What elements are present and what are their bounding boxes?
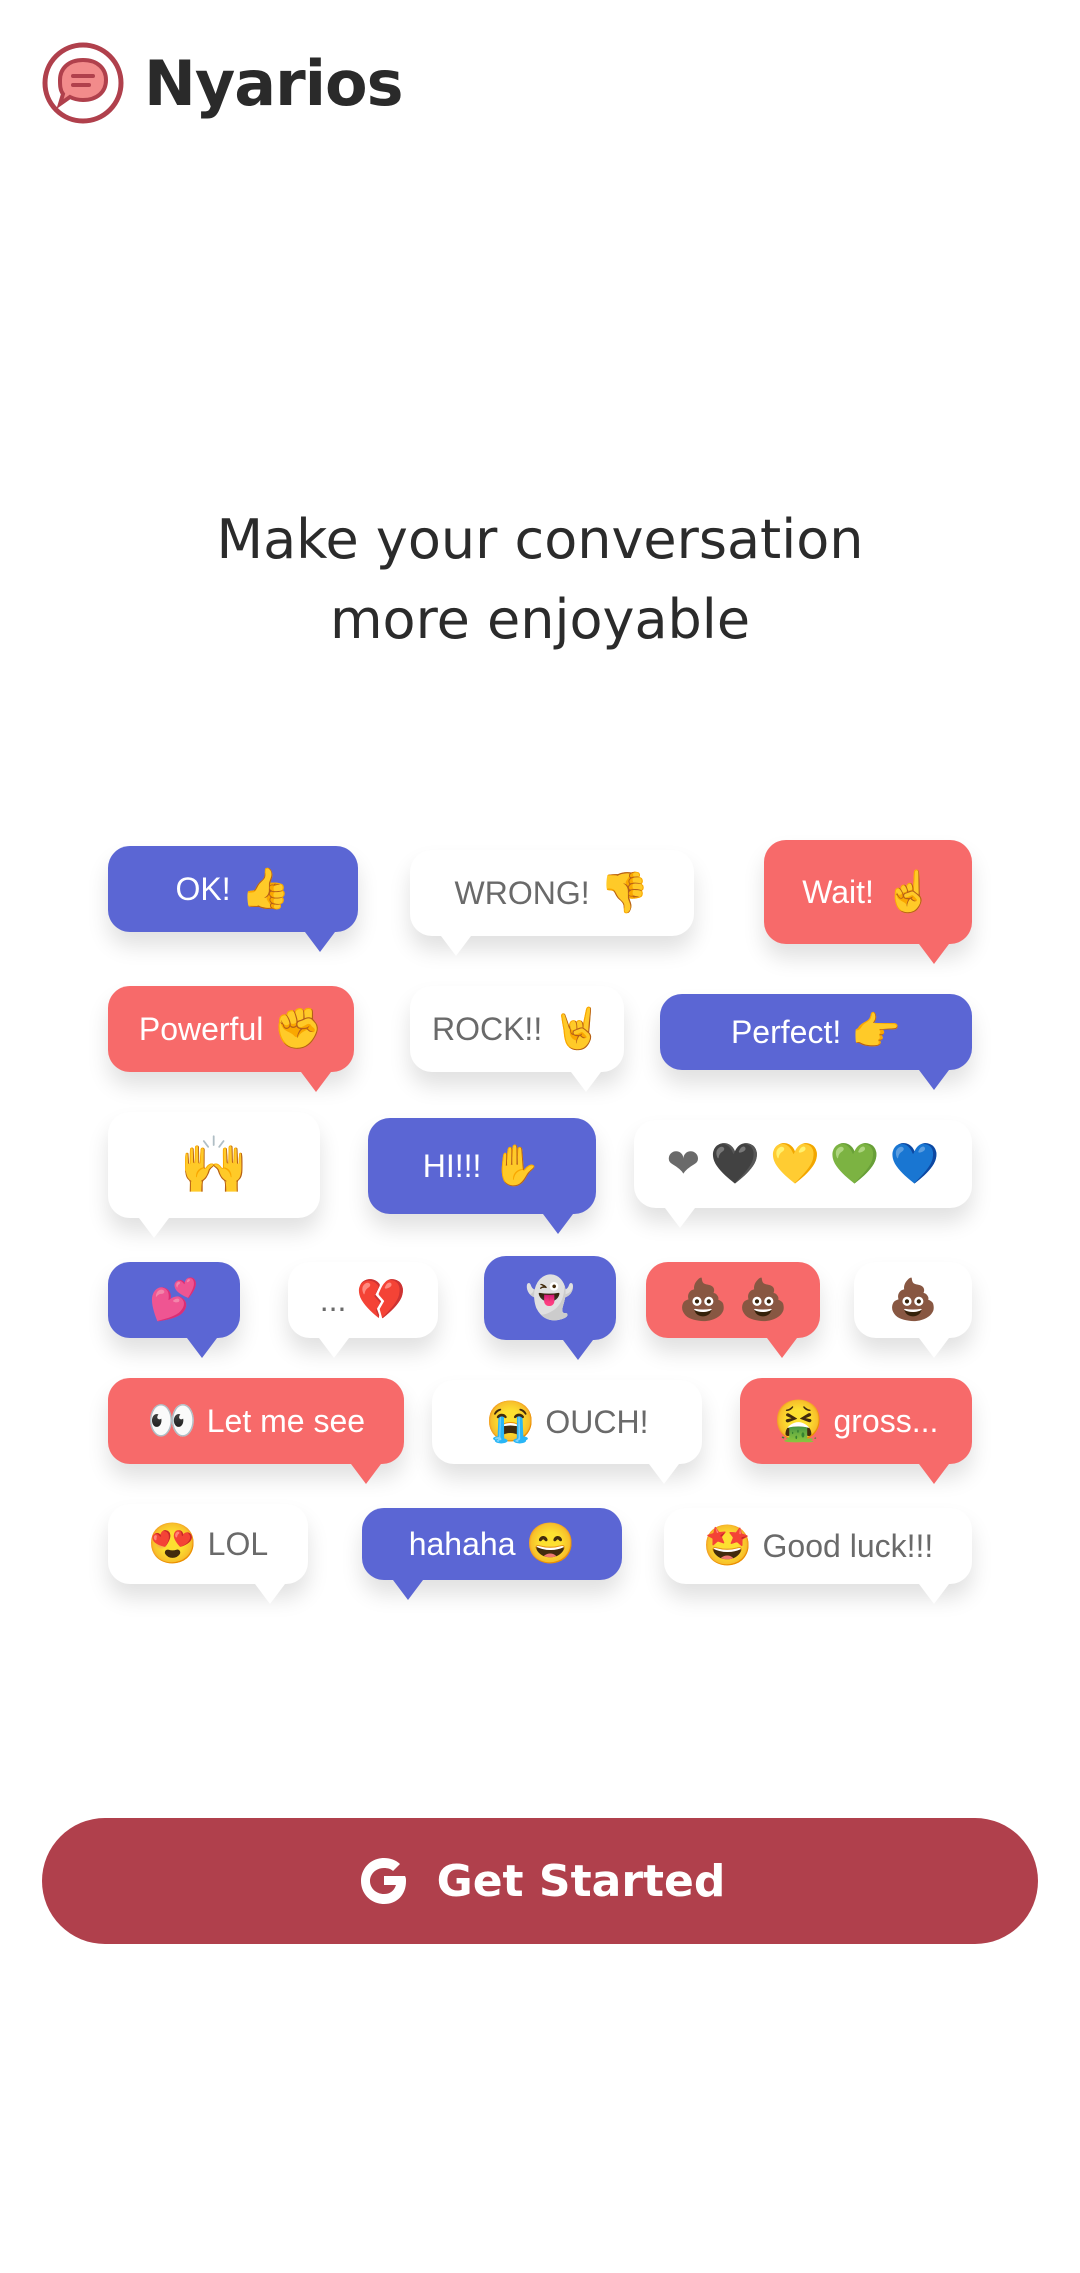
sticker-hearts: ❤ 🖤 💛 💚 💙 bbox=[634, 1120, 972, 1228]
star-struck-icon: 🤩 bbox=[702, 1524, 753, 1568]
google-g-icon bbox=[360, 1858, 406, 1904]
sticker-good-luck: 🤩 Good luck!!! bbox=[664, 1508, 972, 1604]
sticker-illustration: OK! 👍 WRONG! 👎 Wait! ☝ Powerful ✊ ROCK!!… bbox=[0, 0, 1080, 1700]
sticker-gross-label: gross... bbox=[833, 1402, 939, 1439]
crying-face-icon: 😭 bbox=[485, 1400, 536, 1444]
point-right-icon: 👉 bbox=[851, 1010, 902, 1054]
sticker-ouch: 😭 OUCH! bbox=[432, 1380, 702, 1484]
sticker-rock: ROCK!! 🤘 bbox=[410, 986, 624, 1092]
eyes-icon: 👀 bbox=[146, 1399, 197, 1443]
poop-icon: 💩 bbox=[738, 1278, 788, 1322]
ghost-icon: 👻 bbox=[525, 1276, 575, 1320]
sticker-ok-label: OK! bbox=[175, 870, 231, 907]
poop-icon: 💩 bbox=[678, 1278, 728, 1322]
thumbs-up-icon: 👍 bbox=[240, 867, 291, 911]
poop-icon: 💩 bbox=[888, 1278, 938, 1322]
two-hearts-icon: 💕 bbox=[149, 1278, 199, 1322]
sticker-rock-label: ROCK!! bbox=[431, 1010, 543, 1047]
sticker-ghost: 👻 bbox=[484, 1256, 616, 1360]
grinning-face-icon: 😄 bbox=[525, 1522, 576, 1566]
sticker-lol-label: LOL bbox=[207, 1525, 269, 1562]
sticker-hahaha-label: hahaha bbox=[408, 1525, 516, 1562]
sticker-let-me-see-label: Let me see bbox=[206, 1402, 366, 1439]
sticker-broken-heart: ... 💔 bbox=[288, 1262, 438, 1358]
get-started-label: Get Started bbox=[436, 1855, 726, 1907]
sticker-hi-label: HI!!! bbox=[422, 1147, 482, 1184]
sticker-gross: 🤮 gross... bbox=[740, 1378, 972, 1484]
point-up-icon: ☝ bbox=[883, 870, 934, 914]
sticker-powerful-label: Powerful bbox=[138, 1010, 264, 1047]
thumbs-down-icon: 👎 bbox=[599, 871, 650, 915]
sticker-wrong-label: WRONG! bbox=[454, 874, 590, 911]
yellow-heart-icon: 💛 bbox=[769, 1142, 820, 1186]
sticker-wait-label: Wait! bbox=[802, 873, 874, 910]
sticker-wrong: WRONG! 👎 bbox=[410, 850, 694, 956]
sticker-two-hearts: 💕 bbox=[108, 1262, 240, 1358]
blue-heart-icon: 💙 bbox=[889, 1142, 940, 1186]
sticker-wait: Wait! ☝ bbox=[764, 840, 972, 964]
sticker-raised-hands: 🙌 bbox=[108, 1112, 320, 1238]
sticker-ouch-label: OUCH! bbox=[545, 1403, 649, 1440]
rock-hand-icon: 🤘 bbox=[552, 1007, 603, 1051]
sticker-good-luck-label: Good luck!!! bbox=[762, 1527, 934, 1564]
vomit-face-icon: 🤮 bbox=[773, 1399, 824, 1443]
get-started-button[interactable]: Get Started bbox=[42, 1818, 1038, 1944]
sticker-ok: OK! 👍 bbox=[108, 846, 358, 952]
sticker-poop-pair: 💩 💩 bbox=[646, 1262, 820, 1358]
black-heart-icon: 🖤 bbox=[710, 1142, 760, 1186]
green-heart-icon: 💚 bbox=[829, 1142, 880, 1186]
sticker-perfect: Perfect! 👉 bbox=[660, 994, 972, 1090]
fist-icon: ✊ bbox=[273, 1007, 324, 1051]
red-heart-icon: ❤ bbox=[666, 1142, 701, 1186]
sticker-poop: 💩 bbox=[854, 1262, 972, 1358]
sticker-lol: 😍 LOL bbox=[108, 1504, 308, 1604]
broken-heart-icon: 💔 bbox=[356, 1278, 407, 1322]
sticker-hi: HI!!! ✋ bbox=[368, 1118, 596, 1234]
sticker-let-me-see: 👀 Let me see bbox=[108, 1378, 404, 1484]
heart-eyes-icon: 😍 bbox=[147, 1522, 198, 1566]
sticker-hahaha: hahaha 😄 bbox=[362, 1508, 622, 1600]
raised-hands-icon: 🙌 bbox=[179, 1133, 249, 1196]
sticker-powerful: Powerful ✊ bbox=[108, 986, 354, 1092]
sticker-perfect-label: Perfect! bbox=[730, 1013, 842, 1050]
raised-hand-icon: ✋ bbox=[491, 1144, 542, 1188]
sticker-ellipsis-label: ... bbox=[319, 1281, 347, 1318]
